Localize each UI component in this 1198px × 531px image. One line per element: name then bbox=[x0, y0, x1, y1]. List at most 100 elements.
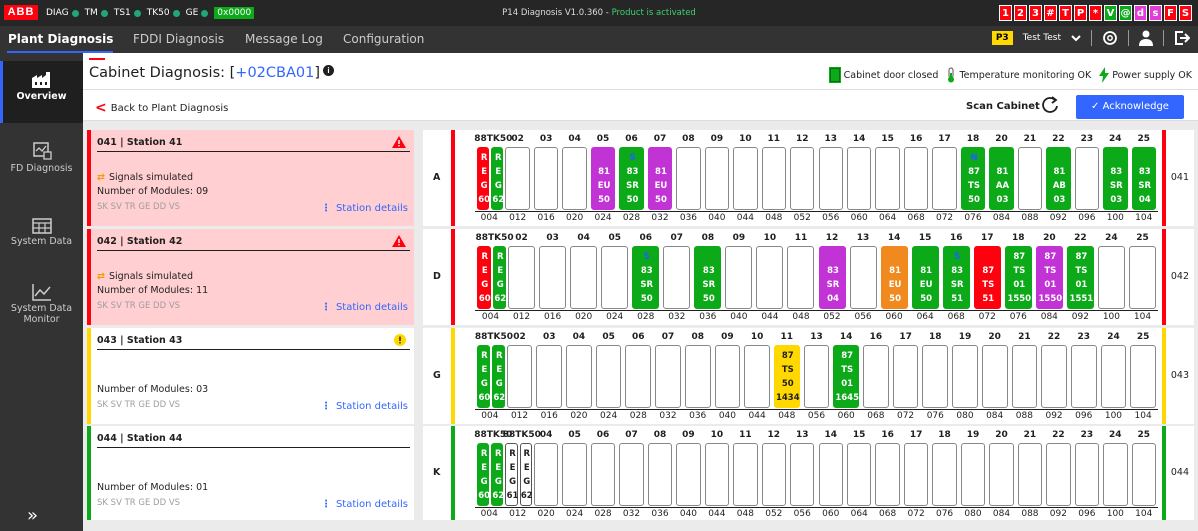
tab-message-log[interactable]: Message Log bbox=[245, 32, 323, 46]
io-module[interactable]: N 87 TS 50 bbox=[960, 147, 986, 210]
empty-slot[interactable] bbox=[1017, 443, 1043, 506]
empty-slot[interactable] bbox=[676, 443, 701, 506]
empty-slot[interactable] bbox=[663, 246, 691, 309]
empty-slot[interactable] bbox=[505, 147, 530, 210]
empty-slot[interactable] bbox=[725, 246, 753, 309]
empty-slot[interactable] bbox=[684, 345, 711, 408]
io-module[interactable]: R E G 62 bbox=[491, 443, 504, 506]
empty-slot[interactable] bbox=[704, 147, 730, 210]
refresh-icon[interactable] bbox=[1041, 96, 1059, 114]
empty-slot[interactable] bbox=[903, 443, 929, 506]
empty-slot[interactable] bbox=[533, 147, 559, 210]
empty-slot[interactable] bbox=[1070, 345, 1097, 408]
empty-slot[interactable] bbox=[533, 443, 559, 506]
sidebar-item-fd-diagnosis[interactable]: FD Diagnosis bbox=[0, 141, 83, 174]
empty-slot[interactable] bbox=[932, 443, 957, 506]
io-module[interactable]: 81 EU 50 bbox=[590, 147, 616, 210]
empty-slot[interactable] bbox=[981, 345, 1008, 408]
empty-slot[interactable] bbox=[1097, 246, 1125, 309]
io-module[interactable]: 87 TS 01 1645 bbox=[833, 345, 860, 408]
logout-icon[interactable] bbox=[1174, 30, 1190, 46]
tab-fddi-diagnosis[interactable]: FDDI Diagnosis bbox=[133, 32, 224, 46]
empty-slot[interactable] bbox=[846, 147, 872, 210]
io-module[interactable]: 81 AA 03 bbox=[989, 147, 1014, 210]
empty-slot[interactable] bbox=[863, 345, 889, 408]
station-card[interactable]: 042 | Station 42 ⇄ Signals simulated Number… bbox=[87, 229, 414, 325]
user-name[interactable]: Test Test bbox=[1023, 33, 1061, 43]
empty-slot[interactable] bbox=[562, 147, 587, 210]
empty-slot[interactable] bbox=[539, 246, 567, 309]
station-details-link[interactable]: ⋮ Station details bbox=[321, 499, 408, 510]
io-module[interactable]: 83 SR 50 bbox=[694, 246, 722, 309]
empty-slot[interactable] bbox=[1074, 147, 1100, 210]
empty-slot[interactable] bbox=[601, 246, 629, 309]
empty-slot[interactable] bbox=[803, 345, 830, 408]
io-module[interactable]: R E G 60 bbox=[477, 443, 490, 506]
empty-slot[interactable] bbox=[1131, 443, 1156, 506]
io-module[interactable]: R E G 62 bbox=[492, 246, 506, 309]
io-module[interactable]: S 83 SR 50 bbox=[619, 147, 644, 210]
station-card[interactable]: 043 | Station 43 Number of Modules: 03 SK … bbox=[87, 328, 414, 424]
empty-slot[interactable] bbox=[536, 345, 563, 408]
empty-slot[interactable] bbox=[1130, 345, 1156, 408]
empty-slot[interactable] bbox=[508, 246, 536, 309]
scan-cabinet-label[interactable]: Scan Cabinet bbox=[966, 101, 1040, 112]
sidebar-item-system-data[interactable]: System Data bbox=[0, 218, 83, 247]
station-details-link[interactable]: ⋮ Station details bbox=[321, 401, 408, 412]
io-module[interactable]: 81 EU 50 bbox=[880, 246, 908, 309]
empty-slot[interactable] bbox=[1103, 443, 1128, 506]
io-module[interactable]: R E G 60 bbox=[477, 147, 490, 210]
empty-slot[interactable] bbox=[932, 147, 957, 210]
empty-slot[interactable] bbox=[790, 443, 815, 506]
empty-slot[interactable] bbox=[733, 147, 758, 210]
empty-slot[interactable] bbox=[506, 345, 533, 408]
station-details-link[interactable]: ⋮ Station details bbox=[321, 302, 408, 313]
empty-slot[interactable] bbox=[787, 246, 815, 309]
io-module[interactable]: 81 EU 50 bbox=[647, 147, 673, 210]
empty-slot[interactable] bbox=[1041, 345, 1067, 408]
settings-icon[interactable] bbox=[1102, 30, 1118, 46]
empty-slot[interactable] bbox=[566, 345, 592, 408]
tab-plant-diagnosis[interactable]: Plant Diagnosis bbox=[8, 32, 113, 46]
station-card[interactable]: 041 | Station 41 ⇄ Signals simulated Number… bbox=[87, 130, 414, 226]
empty-slot[interactable] bbox=[625, 345, 652, 408]
empty-slot[interactable] bbox=[761, 443, 787, 506]
io-module[interactable]: 83 SR 03 bbox=[1103, 147, 1128, 210]
info-icon[interactable]: i bbox=[323, 65, 335, 76]
empty-slot[interactable] bbox=[849, 246, 877, 309]
empty-slot[interactable] bbox=[875, 443, 900, 506]
empty-slot[interactable] bbox=[903, 147, 929, 210]
empty-slot[interactable] bbox=[1128, 246, 1156, 309]
empty-slot[interactable] bbox=[756, 246, 784, 309]
empty-slot[interactable] bbox=[1017, 147, 1043, 210]
empty-slot[interactable] bbox=[790, 147, 815, 210]
chevron-down-icon[interactable] bbox=[1071, 34, 1081, 42]
empty-slot[interactable] bbox=[562, 443, 587, 506]
io-module[interactable]: 87 TS 01 1550 bbox=[1035, 246, 1063, 309]
io-module[interactable]: 87 TS 01 1551 bbox=[1066, 246, 1094, 309]
io-module[interactable]: R E G 62 bbox=[491, 345, 505, 408]
empty-slot[interactable] bbox=[714, 345, 741, 408]
io-module[interactable]: 83 SR 04 bbox=[818, 246, 846, 309]
station-details-link[interactable]: ⋮ Station details bbox=[321, 203, 408, 214]
expand-sidebar-icon[interactable]: » bbox=[27, 505, 38, 526]
empty-slot[interactable] bbox=[744, 345, 770, 408]
empty-slot[interactable] bbox=[892, 345, 919, 408]
io-module[interactable]: R E G 60 bbox=[477, 345, 490, 408]
io-module[interactable]: S 83 SR 50 bbox=[632, 246, 660, 309]
empty-slot[interactable] bbox=[960, 443, 986, 506]
empty-slot[interactable] bbox=[875, 147, 900, 210]
sidebar-item-system-data-monitor[interactable]: System Data Monitor bbox=[0, 283, 83, 325]
io-module[interactable]: R E G 62 bbox=[491, 147, 504, 210]
empty-slot[interactable] bbox=[595, 345, 622, 408]
io-module[interactable]: 87 TS 01 1550 bbox=[1004, 246, 1032, 309]
back-to-plant-link[interactable]: < Back to Plant Diagnosis bbox=[95, 100, 228, 116]
user-icon[interactable] bbox=[1139, 30, 1153, 46]
io-module[interactable]: 81 AB 03 bbox=[1046, 147, 1071, 210]
empty-slot[interactable] bbox=[590, 443, 616, 506]
empty-slot[interactable] bbox=[922, 345, 949, 408]
sidebar-item-overview[interactable]: Overview bbox=[0, 61, 83, 123]
io-module[interactable]: R E G 62 bbox=[519, 443, 533, 506]
empty-slot[interactable] bbox=[619, 443, 644, 506]
empty-slot[interactable] bbox=[647, 443, 673, 506]
